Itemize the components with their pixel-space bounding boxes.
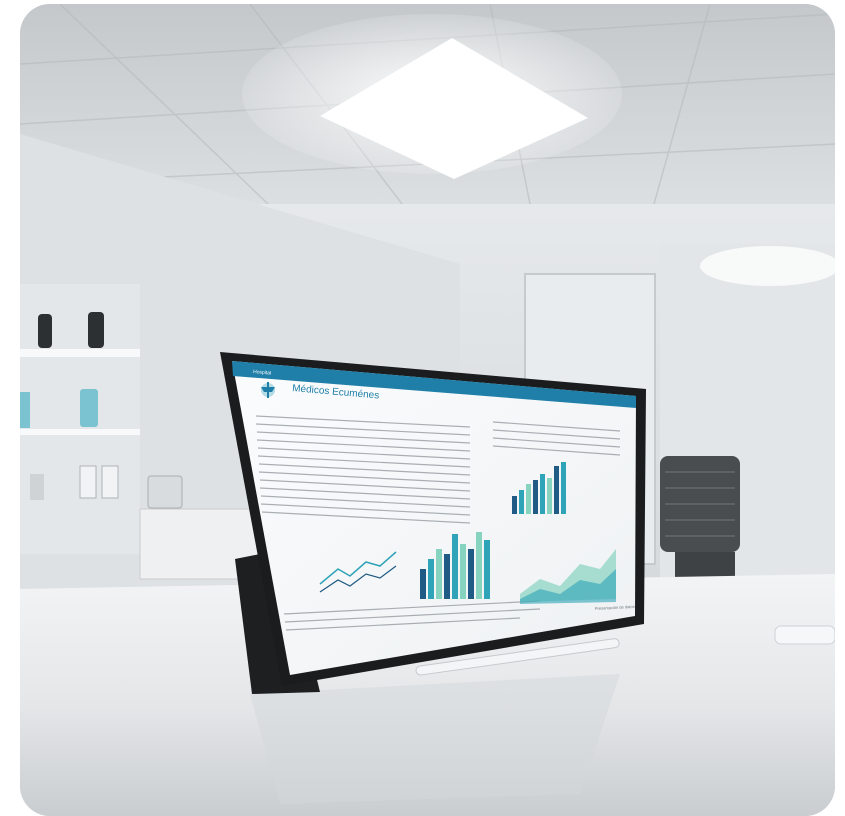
bottle-blue-edge bbox=[20, 392, 30, 428]
bar bbox=[519, 490, 524, 514]
tablet-reflection bbox=[250, 674, 620, 804]
wall-light-reflection bbox=[700, 246, 835, 286]
bottle-dark-2 bbox=[88, 312, 104, 348]
plate bbox=[774, 625, 835, 645]
coffee-machine bbox=[147, 475, 183, 509]
bar bbox=[547, 478, 552, 514]
bottle-dark bbox=[38, 314, 52, 348]
bar bbox=[561, 462, 566, 514]
bar bbox=[436, 549, 442, 599]
bar bbox=[428, 559, 434, 599]
bar bbox=[526, 484, 531, 514]
bar bbox=[484, 540, 490, 599]
photo-frame: Hospital Médicos Ecuménes Presentación d… bbox=[20, 4, 835, 816]
bar bbox=[444, 554, 450, 599]
bar bbox=[420, 569, 426, 599]
bar bbox=[540, 474, 545, 514]
shelf-middle bbox=[20, 429, 140, 435]
bottle-blue bbox=[80, 389, 98, 427]
bar bbox=[476, 532, 482, 599]
bar bbox=[512, 496, 517, 514]
container bbox=[30, 474, 44, 500]
office-scene: Hospital Médicos Ecuménes Presentación d… bbox=[20, 4, 835, 816]
bar bbox=[460, 544, 466, 599]
bar bbox=[468, 549, 474, 599]
bar bbox=[452, 534, 458, 599]
bar bbox=[533, 480, 538, 514]
shelf-top bbox=[20, 349, 140, 357]
container-2 bbox=[79, 465, 97, 499]
chair-base bbox=[675, 552, 735, 580]
container-3 bbox=[101, 465, 119, 499]
bar bbox=[554, 466, 559, 514]
